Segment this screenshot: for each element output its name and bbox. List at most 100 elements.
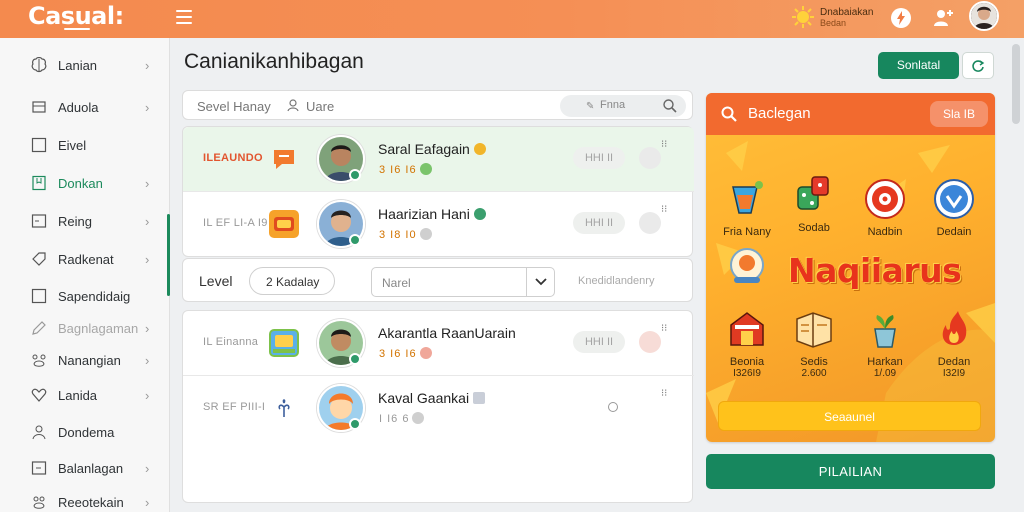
row-mini-button[interactable] [639,331,661,353]
game-tile[interactable]: Dedain [923,177,985,238]
table-row[interactable]: IL Einanna Akarantla RaanUarain 3 I6 I6 … [183,311,694,375]
sidebar-item-lanian[interactable]: Lanian › [0,50,170,80]
game-tile[interactable]: Harkan 1/.09 [854,307,916,379]
sidebar-item-label: Reeotekain [58,494,124,510]
rank-label: ILEAUNDO [203,152,263,164]
sidebar-item-donkan[interactable]: Donkan › [0,168,170,198]
chevron-right-icon: › [145,99,150,115]
filter-placeholder[interactable]: Knedidlandenry [578,275,654,287]
more-icon[interactable]: ⁝⁝ [661,204,667,215]
sidebar-item-label: Sapendidaig [58,288,131,304]
row-mini-button[interactable] [639,212,661,234]
player-stats: I I6 6 [379,412,425,425]
chevron-right-icon: › [145,460,150,476]
chevron-right-icon: › [145,387,150,403]
menu-icon[interactable] [176,10,192,24]
top-bar: Casual: Dnabaiakan Bedan [0,0,1024,38]
game-label: Sedis [800,356,828,368]
game-score: I326I9 [733,368,761,379]
sidebar-item-reing[interactable]: Reing › [0,206,170,236]
chevron-right-icon: › [145,175,150,191]
lightning-icon[interactable] [889,6,913,30]
ticket-icon [30,98,48,116]
bonus-orb-icon [730,248,764,283]
game-label: Fria Nany [723,226,771,238]
row-mini-button[interactable] [639,147,661,169]
game-score: I32I9 [942,368,966,379]
more-icon[interactable]: ⁝⁝ [661,323,667,334]
person-icon [30,423,48,441]
sidebar-item-sapendidaig[interactable]: Sapendidaig [0,281,170,311]
refresh-button[interactable] [962,52,994,79]
sidebar-item-balanlagan[interactable]: Balanlagan › [0,453,170,483]
table-row[interactable]: SR EF PIII-I Kaval Gaankai I I6 6 ⁝⁝ [183,376,694,440]
sidebar-item-radkenat[interactable]: Radkenat › [0,244,170,274]
sidebar-item-label: Dondema [58,424,115,440]
row-action-button[interactable]: HHI II [573,147,625,169]
search-icon[interactable] [720,105,738,123]
sidebar-item-nanangian[interactable]: Nanangian › [0,345,170,375]
paw-icon [30,351,48,369]
sidebar-item-lanida[interactable]: Lanida › [0,380,170,410]
player-name: Akarantla RaanUarain [378,325,516,341]
game-tile[interactable]: Dedan I32I9 [923,307,985,379]
search-input[interactable]: Sevel Hanay [197,99,271,114]
game-tile[interactable]: Beonia I326I9 [716,307,778,379]
sidebar-item-label: Eivel [58,137,87,153]
big-action-button[interactable]: PILAILIAN [706,454,995,489]
flower-badge-icon [269,394,299,422]
promo-card: Baclegan Sla IB Fria Nany Sodab Nadbin D… [706,93,995,442]
search-user-filter[interactable]: Uare [306,99,334,114]
square-icon [30,287,48,305]
paw-icon [30,493,48,511]
more-icon[interactable]: ⁝⁝ [661,388,667,399]
name-select[interactable]: Narel [371,267,555,297]
row-action-button[interactable]: HHI II [573,212,625,234]
chevron-right-icon: › [145,494,150,510]
page-title: Canianikanhibagan [184,50,364,73]
game-tile[interactable]: Nadbin [854,177,916,238]
player-name: Saral Eafagain [378,141,486,157]
game-label: Sodab [798,222,830,234]
sidebar-item-aduola[interactable]: Aduola › [0,92,170,122]
user-avatar[interactable] [969,1,999,31]
game-score: 1/.09 [873,368,897,379]
chevron-down-icon[interactable] [526,267,554,297]
target-icon [865,179,905,219]
fire-icon [942,311,967,345]
game-badge-icon [269,329,299,357]
sidebar-item-label: Bagnlagaman [58,320,139,336]
promo-cta-button[interactable]: Seaaunel [718,401,981,431]
sidebar-item-bagnlagaman[interactable]: Bagnlagaman › [0,313,170,343]
sun-badge-icon [792,6,814,28]
sidebar-item-label: Balanlagan [58,460,124,476]
square-icon [30,136,48,154]
search-filter-pill[interactable]: ✎ Fnna [560,95,686,117]
online-status-dot [349,234,361,246]
promo-headline: Naqiiarus [788,251,962,290]
game-tile[interactable]: Fria Nany [716,177,778,238]
scrollbar[interactable] [1012,44,1020,124]
game-tile[interactable]: Sodab [783,173,845,234]
radio-icon[interactable] [608,402,618,412]
rank-label: IL EF LI-A I9 [203,217,268,229]
promo-pill-button[interactable]: Sla IB [930,101,988,127]
table-row[interactable]: IL EF LI-A I9 Haarizian Hani 3 I8 I0 HHI… [183,192,694,256]
sidebar-item-dondema[interactable]: Dondema [0,417,170,447]
more-icon[interactable]: ⁝⁝ [661,139,667,150]
search-bar[interactable]: Sevel Hanay Uare ✎ Fnna [182,90,693,120]
brand-line1: Dnabaiakan [820,7,874,18]
search-icon[interactable] [662,98,678,114]
level-label: Level [199,273,233,289]
add-user-icon[interactable] [931,6,955,30]
game-tile[interactable]: Sedis 2.600 [783,307,845,379]
sidebar-item-label: Radkenat [58,251,114,267]
sidebar-item-reeotekain[interactable]: Reeotekain › [0,487,170,512]
sidebar-item-eivel[interactable]: Eivel [0,130,170,160]
stats-icon [419,347,432,359]
table-row[interactable]: ILEAUNDO Saral Eafagain 3 I6 I6 HHI II ⁝… [183,127,694,191]
row-action-button[interactable]: HHI II [573,331,625,353]
app-logo[interactable]: Casual: [28,2,124,30]
level-select[interactable]: 2 Kadalay [249,267,335,295]
primary-button[interactable]: Sonlatal [878,52,959,79]
